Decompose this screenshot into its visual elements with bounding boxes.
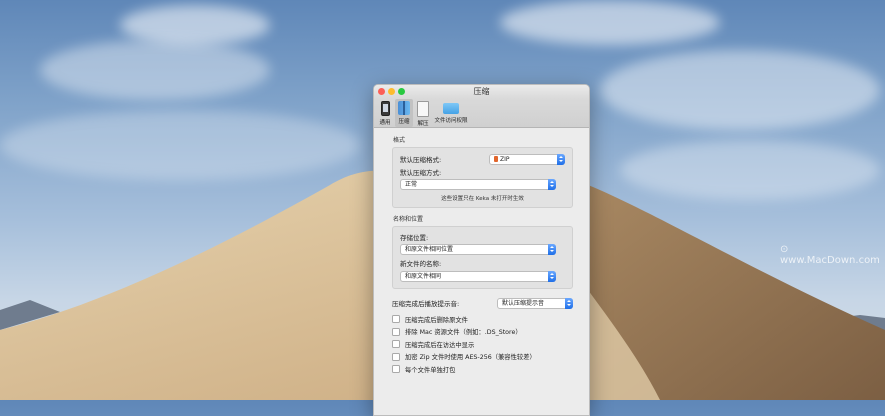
save-location-value: 和原文件相同位置 — [405, 245, 454, 253]
chevron-updown-icon — [557, 153, 565, 165]
new-name-label: 新文件的名称: — [400, 259, 442, 268]
title-bar[interactable]: 压缩 — [374, 85, 589, 99]
folder-icon — [443, 103, 459, 114]
default-format-label: 默认压缩格式: — [400, 156, 442, 164]
format-section-title: 格式 — [393, 137, 406, 144]
options-list: 压缩完成后删除原文件 排除 Mac 资源文件（例如：.DS_Store） 压缩完… — [384, 313, 579, 376]
default-format-select[interactable]: ZIP — [489, 153, 565, 165]
default-method-select[interactable]: 正常 — [400, 178, 556, 190]
tab-general-label: 通用 — [379, 120, 391, 126]
save-location-select[interactable]: 和原文件相同位置 — [400, 243, 556, 255]
window-title: 压缩 — [473, 87, 490, 96]
tab-compress[interactable]: 压缩 — [395, 99, 413, 127]
format-note: 这些设置只在 Keka 未打开时生效 — [441, 196, 524, 202]
tab-file-access-label: 文件访问权限 — [434, 118, 468, 124]
save-location-label: 存储位置: — [400, 233, 429, 242]
location-group: 存储位置: 和原文件相同位置 新文件的名称: 和原文件相同 — [392, 226, 573, 289]
option-label: 压缩完成后在访达中显示 — [405, 341, 475, 349]
tab-file-access[interactable]: 文件访问权限 — [433, 99, 469, 127]
checkbox[interactable] — [392, 352, 400, 361]
location-section-title: 名称和位置 — [393, 216, 424, 223]
tab-compress-label: 压缩 — [398, 119, 410, 125]
checkbox[interactable] — [392, 365, 400, 374]
checkbox[interactable] — [392, 315, 400, 324]
compress-icon — [398, 101, 410, 115]
zip-icon — [494, 155, 498, 162]
sound-label: 压缩完成后播放提示音: — [392, 300, 460, 308]
chevron-updown-icon — [548, 178, 556, 190]
tab-general[interactable]: 通用 — [376, 99, 394, 127]
preferences-window: 压缩 通用 压缩 解压 文件访问权限 格式 默认压缩格式: ZIP 默认压缩方式… — [373, 84, 590, 416]
option-label: 排除 Mac 资源文件（例如：.DS_Store） — [405, 329, 522, 337]
new-name-select[interactable]: 和原文件相同 — [400, 270, 556, 282]
default-format-value: ZIP — [500, 155, 510, 163]
phone-icon — [380, 101, 390, 116]
sound-select[interactable]: 默认压缩提示音 — [497, 297, 573, 309]
checkbox[interactable] — [392, 340, 400, 349]
chevron-updown-icon — [548, 243, 556, 255]
option-label: 每个文件单独打包 — [405, 366, 456, 374]
option-separate-archives[interactable]: 每个文件单独打包 — [392, 363, 579, 376]
chevron-updown-icon — [548, 270, 556, 282]
option-label: 加密 Zip 文件时使用 AES-256（兼容性较差） — [405, 354, 536, 362]
compress-settings: 格式 默认压缩格式: ZIP 默认压缩方式: 正常 这些设置只在 Keka 未打… — [374, 128, 589, 376]
checkbox[interactable] — [392, 327, 400, 336]
option-label: 压缩完成后删除原文件 — [405, 316, 468, 324]
extract-icon — [417, 101, 429, 117]
chevron-updown-icon — [565, 297, 573, 309]
option-aes256[interactable]: 加密 Zip 文件时使用 AES-256（兼容性较差） — [392, 351, 579, 364]
tab-extract[interactable]: 解压 — [414, 99, 432, 127]
preferences-toolbar: 通用 压缩 解压 文件访问权限 — [374, 99, 589, 128]
option-delete-original[interactable]: 压缩完成后删除原文件 — [392, 313, 579, 326]
format-group: 默认压缩格式: ZIP 默认压缩方式: 正常 这些设置只在 Keka 未打开时生… — [392, 147, 573, 208]
new-name-value: 和原文件相同 — [405, 272, 442, 280]
tab-extract-label: 解压 — [417, 121, 429, 127]
default-method-value: 正常 — [405, 180, 418, 188]
option-show-in-finder[interactable]: 压缩完成后在访达中显示 — [392, 338, 579, 351]
sound-value: 默认压缩提示音 — [502, 299, 545, 307]
default-method-label: 默认压缩方式: — [400, 168, 442, 177]
option-exclude-mac-resources[interactable]: 排除 Mac 资源文件（例如：.DS_Store） — [392, 326, 579, 339]
